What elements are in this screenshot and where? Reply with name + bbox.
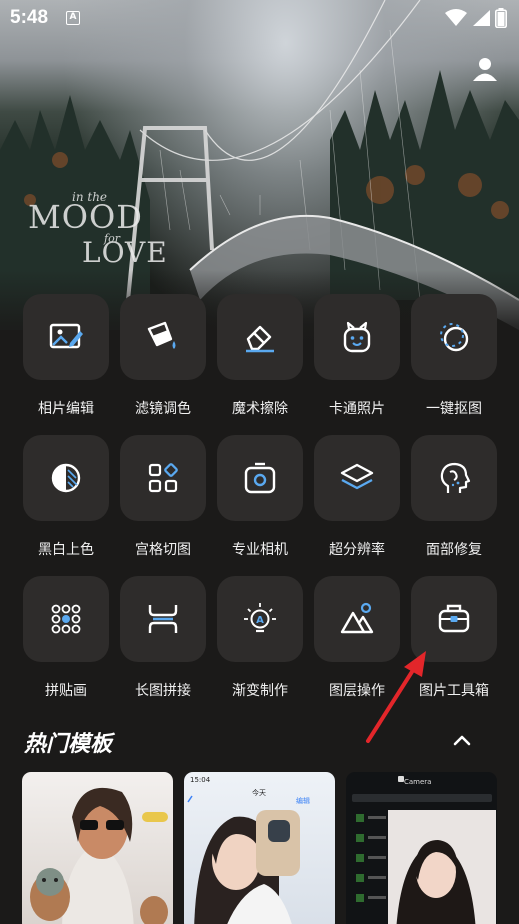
template-thumbnail-3 (352, 776, 496, 924)
face-profile-icon (440, 462, 471, 493)
tool-grid-cut[interactable]: 宫格切图 (114, 435, 211, 575)
status-bar: 5:48 A (0, 0, 519, 36)
notification-icon: A (66, 11, 80, 25)
chevron-up-icon[interactable] (450, 728, 474, 752)
dot-grid-icon (51, 604, 81, 634)
svg-text:A: A (256, 615, 264, 626)
mood-logo: in the MOOD for LOVE (28, 190, 178, 270)
tool-label: 宫格切图 (135, 542, 191, 558)
tool-tile[interactable] (23, 576, 109, 662)
tool-tile[interactable]: A (217, 576, 303, 662)
wifi-icon (445, 9, 467, 26)
grid-cut-icon (148, 463, 178, 493)
tool-photo-edit[interactable]: 相片编辑 (17, 294, 114, 434)
tool-collage[interactable]: 拼贴画 (17, 576, 114, 716)
battery-icon (495, 8, 507, 28)
photo-edit-icon (49, 323, 83, 349)
tool-tile[interactable] (23, 294, 109, 380)
tool-tile[interactable] (411, 435, 497, 521)
section-title-hot-templates: 热门模板 (24, 732, 113, 757)
tool-cartoon[interactable]: 卡通照片 (308, 294, 405, 434)
tool-label: 一键抠图 (426, 401, 482, 417)
tool-label: 长图拼接 (135, 683, 191, 699)
tool-face-repair[interactable]: 面部修复 (405, 435, 502, 575)
annotation-arrow-icon (366, 651, 426, 743)
cartoon-face-icon (343, 321, 371, 353)
tool-filter[interactable]: 滤镜调色 (114, 294, 211, 434)
tool-label: 黑白上色 (38, 542, 94, 558)
tool-long-stitch[interactable]: 长图拼接 (114, 576, 211, 716)
tool-tile[interactable] (314, 294, 400, 380)
mood-love: LOVE (82, 236, 168, 269)
tool-label: 拼贴画 (45, 683, 87, 699)
tool-cutout[interactable]: 一键抠图 (405, 294, 502, 434)
tool-tile[interactable] (23, 435, 109, 521)
tool-label: 卡通照片 (329, 401, 385, 417)
mountain-layer-icon (340, 602, 374, 634)
tool-label: 渐变制作 (232, 683, 288, 699)
tool-gradient[interactable]: A 渐变制作 (211, 576, 308, 716)
long-stitch-icon (148, 605, 178, 633)
tool-tile[interactable] (120, 435, 206, 521)
filter-bucket-icon (147, 321, 176, 349)
template-card-1[interactable] (22, 772, 173, 924)
tool-tile[interactable] (314, 435, 400, 521)
tool-pro-camera[interactable]: 专业相机 (211, 435, 308, 575)
status-time: 5:48 (10, 7, 49, 28)
layers-icon (340, 463, 374, 490)
tool-label: 专业相机 (232, 542, 288, 558)
profile-icon[interactable] (472, 56, 498, 82)
tool-magic-erase[interactable]: 魔术擦除 (211, 294, 308, 434)
template-thumbnail-1 (30, 787, 168, 924)
signal-icon (473, 10, 490, 26)
status-icons (445, 8, 507, 28)
tool-label: 相片编辑 (38, 401, 94, 417)
tool-bw-colorize[interactable]: 黑白上色 (17, 435, 114, 575)
template-thumbnail-2 (187, 795, 300, 924)
tool-tile[interactable] (217, 435, 303, 521)
template-list: 15:04 今天 编辑 Camera (22, 772, 502, 924)
cutout-circle-icon (440, 323, 469, 352)
half-circle-icon (51, 463, 81, 493)
camera-icon (244, 462, 276, 494)
tool-tile[interactable] (217, 294, 303, 380)
tool-tile[interactable] (120, 294, 206, 380)
eraser-icon (246, 325, 274, 353)
tool-tile[interactable] (120, 576, 206, 662)
template-card-3[interactable]: Camera (346, 772, 497, 924)
mood-title: MOOD (28, 198, 143, 236)
tool-label: 滤镜调色 (135, 401, 191, 417)
tool-super-resolution[interactable]: 超分辨率 (308, 435, 405, 575)
tool-tile[interactable] (411, 294, 497, 380)
bulb-a-icon: A (244, 603, 276, 633)
tool-label: 超分辨率 (329, 542, 385, 558)
tool-label: 魔术擦除 (232, 401, 288, 417)
template-card-2[interactable]: 15:04 今天 编辑 (184, 772, 335, 924)
toolbox-icon (438, 604, 470, 633)
tool-label: 面部修复 (426, 542, 482, 558)
